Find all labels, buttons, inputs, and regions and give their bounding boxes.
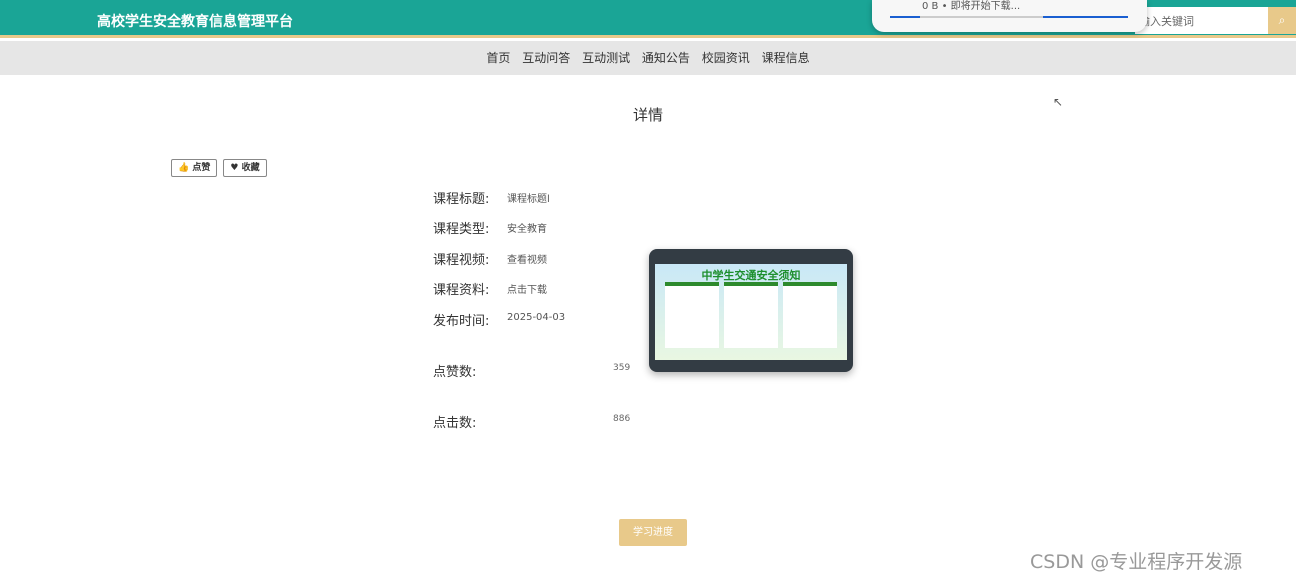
search-icon: ⌕ (1278, 13, 1286, 27)
download-popup: 0 B • 即将开始下载... (872, 0, 1147, 32)
detail-row-video: 课程视频: 查看视频 (433, 249, 547, 268)
stat-clicks: 点击数: 886 (433, 412, 630, 431)
watermark: CSDN @专业程序开发源 (1030, 551, 1243, 573)
nav-news[interactable]: 校园资讯 (702, 51, 750, 65)
favorite-button[interactable]: ♥ 收藏 (223, 159, 267, 177)
detail-label: 课程类型: (433, 222, 490, 237)
study-progress-button[interactable]: 学习进度 (619, 519, 687, 546)
download-status: 0 B • 即将开始下载... (922, 1, 1021, 12)
detail-value: 2025-04-03 (507, 312, 566, 323)
search-button[interactable]: ⌕ (1268, 7, 1296, 34)
detail-label: 发布时间: (433, 314, 490, 329)
detail-value: 安全教育 (507, 224, 547, 235)
search-input[interactable]: 输入关键词 (1135, 7, 1269, 34)
detail-label: 课程标题: (433, 192, 490, 207)
detail-row-type: 课程类型: 安全教育 (433, 218, 547, 237)
nav-home[interactable]: 首页 (486, 51, 510, 65)
course-cover-image: 中学生交通安全须知 (649, 249, 853, 372)
stat-likes: 点赞数: 359 (433, 361, 630, 380)
heart-icon: ♥ (230, 163, 239, 173)
nav-courses[interactable]: 课程信息 (762, 51, 810, 65)
download-link[interactable]: 点击下载 (507, 281, 547, 296)
stat-value: 886 (613, 414, 631, 424)
site-title: 高校学生安全教育信息管理平台 (97, 14, 293, 30)
detail-label: 课程资料: (433, 283, 490, 298)
like-button[interactable]: 👍 点赞 (171, 159, 218, 177)
stat-label: 点赞数: (433, 365, 477, 380)
favorite-label: 收藏 (241, 163, 260, 173)
detail-row-material: 课程资料: 点击下载 (433, 279, 547, 298)
detail-value: 课程标题l (507, 194, 550, 205)
thumbs-up-icon: 👍 (178, 163, 190, 173)
download-progress-bar (890, 16, 1128, 18)
detail-label: 课程视频: (433, 253, 490, 268)
nav-notice[interactable]: 通知公告 (642, 51, 690, 65)
nav-qa[interactable]: 互动问答 (522, 51, 570, 65)
view-video-link[interactable]: 查看视频 (507, 251, 547, 266)
like-label: 点赞 (192, 163, 211, 173)
main-nav: 首页 互动问答 互动测试 通知公告 校园资讯 课程信息 (0, 41, 1296, 75)
stat-value: 359 (613, 363, 631, 373)
detail-row-title: 课程标题: 课程标题l (433, 188, 550, 207)
page-title: 详情 (632, 106, 663, 124)
detail-row-date: 发布时间: 2025-04-03 (433, 310, 565, 329)
stat-label: 点击数: (433, 416, 477, 431)
nav-test[interactable]: 互动测试 (582, 51, 630, 65)
poster-title: 中学生交通安全须知 (701, 269, 801, 282)
